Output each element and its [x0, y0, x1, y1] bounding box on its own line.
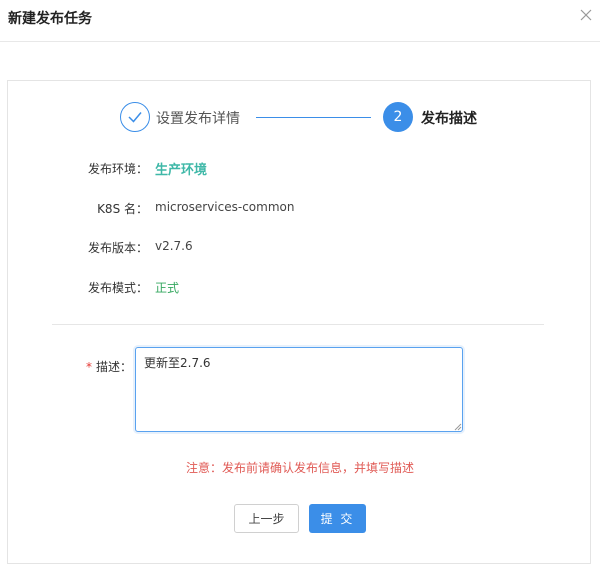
mode-value: 正式	[155, 281, 180, 295]
description-label-text: 描述：	[96, 360, 133, 374]
version-label: 发布版本：	[87, 241, 148, 255]
step-2-label: 发布描述	[421, 111, 477, 127]
close-icon[interactable]	[578, 7, 594, 23]
resize-grip-icon[interactable]	[454, 423, 462, 431]
mode-label: 发布模式：	[87, 281, 148, 295]
submit-button[interactable]: 提 交	[309, 504, 366, 533]
required-mark: *	[86, 360, 92, 374]
step-1-finished-indicator	[120, 102, 150, 132]
step-1-label: 设置发布详情	[156, 111, 240, 127]
env-label: 发布环境：	[87, 162, 148, 176]
divider	[52, 324, 544, 325]
publish-form-card: 设置发布详情 2 发布描述 发布环境： 生产环境 K8S 名： microser…	[7, 80, 591, 564]
env-value: 生产环境	[155, 163, 208, 178]
modal-title: 新建发布任务	[8, 11, 92, 27]
step-connector	[256, 117, 371, 118]
notice-text: 注意：发布前请确认发布信息，并填写描述	[185, 461, 414, 475]
version-value: v2.7.6	[155, 239, 193, 253]
k8s-name-label: K8S 名：	[97, 202, 148, 216]
prev-step-button[interactable]: 上一步	[234, 504, 299, 533]
k8s-name-value: microservices-common	[155, 200, 295, 214]
description-label: * 描述：	[86, 358, 132, 375]
description-textarea[interactable]: 更新至2.7.6	[135, 347, 463, 432]
step-2-active-indicator: 2	[383, 102, 413, 132]
check-icon	[128, 112, 142, 123]
modal-header: 新建发布任务	[0, 0, 600, 42]
